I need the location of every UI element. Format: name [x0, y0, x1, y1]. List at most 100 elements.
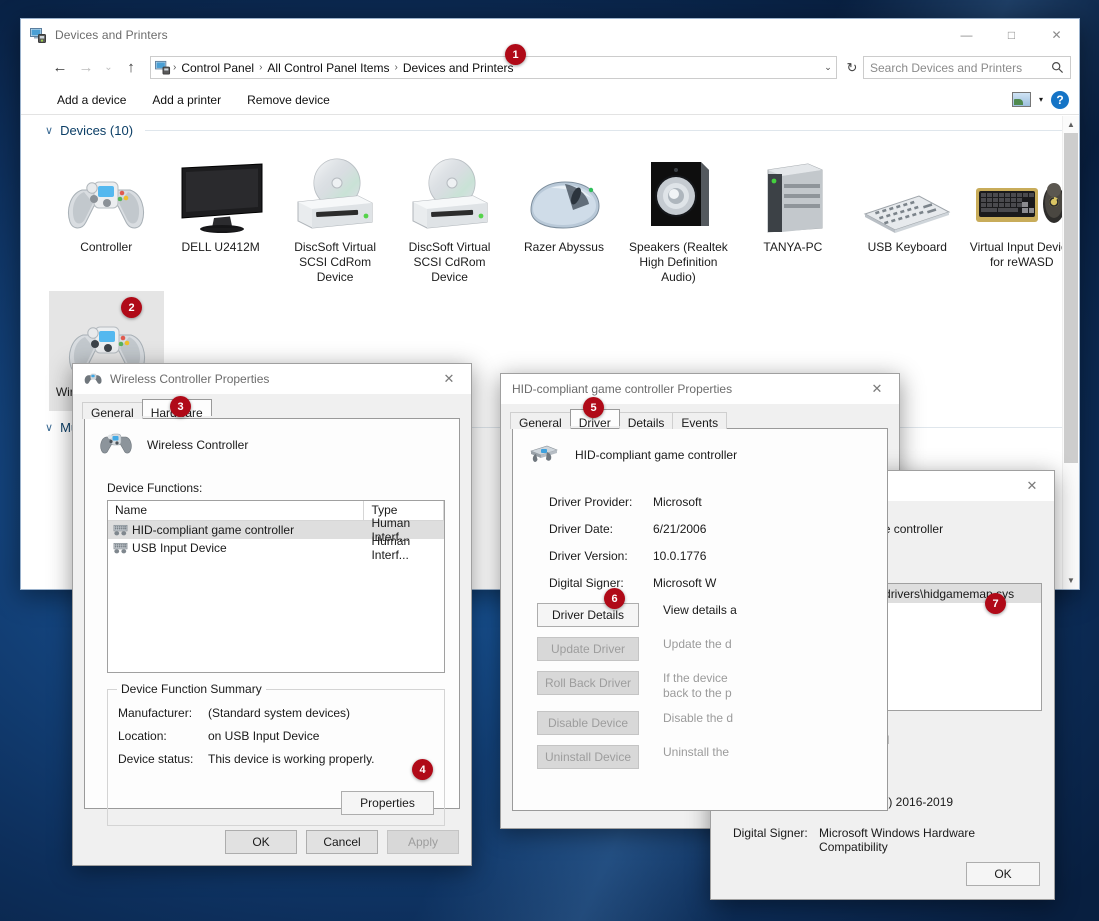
properties-button[interactable]: Properties: [341, 791, 434, 815]
device-item-discsoft-virtual-scsi-cdrom-1[interactable]: DiscSoft Virtual SCSI CdRom Device: [278, 146, 392, 285]
up-button[interactable]: ↑: [118, 55, 144, 81]
device-label: DiscSoft Virtual SCSI CdRom Device: [392, 240, 506, 285]
driver-field-provider: Driver Provider: Microsoft: [549, 495, 887, 509]
breadcrumb-item-all-control-panel-items[interactable]: All Control Panel Items: [262, 61, 394, 75]
uninstall-device-button: Uninstall Device: [537, 745, 639, 769]
gamepad-icon: [84, 371, 102, 387]
device-functions-label: Device Functions:: [107, 481, 459, 495]
field-value: Microsoft: [653, 495, 702, 509]
scrollbar-thumb[interactable]: [1064, 133, 1078, 463]
step-badge-5: 5: [583, 397, 604, 418]
field-key: Device status:: [118, 752, 208, 766]
add-a-printer-button[interactable]: Add a printer: [142, 89, 231, 111]
keyboard-icon: [850, 152, 964, 234]
dialog-titlebar: Wireless Controller Properties ✕: [73, 364, 471, 394]
step-badge-6: 6: [604, 588, 625, 609]
hardware-tab-pane: Wireless Controller Device Functions: Na…: [84, 418, 460, 809]
device-function-summary-group: Device Function Summary Manufacturer: (S…: [107, 689, 445, 826]
step-badge-2: 2: [121, 297, 142, 318]
group-header-devices[interactable]: ∨ Devices (10): [21, 116, 1079, 144]
chevron-down-icon[interactable]: ⌄: [820, 62, 836, 73]
close-icon[interactable]: ✕: [427, 364, 471, 394]
refresh-icon[interactable]: ↻: [841, 60, 863, 76]
breadcrumb-item-devices-and-printers[interactable]: Devices and Printers: [398, 61, 519, 75]
device-item-tanya-pc[interactable]: TANYA-PC: [736, 146, 850, 285]
help-icon[interactable]: ?: [1051, 91, 1069, 109]
back-button[interactable]: ←: [47, 55, 73, 81]
recent-locations-icon[interactable]: ⌄: [99, 55, 118, 81]
device-item-razer-abyssus[interactable]: Razer Abyssus: [507, 146, 621, 285]
hid-device-icon: [113, 542, 128, 555]
step-badge-3: 3: [170, 396, 191, 417]
vertical-scrollbar[interactable]: ▲ ▼: [1062, 116, 1079, 589]
forward-button[interactable]: →: [73, 55, 99, 81]
speaker-icon: [621, 152, 735, 234]
file-field-digital-signer: Digital Signer: Microsoft Windows Hardwa…: [733, 826, 1042, 854]
field-key: Digital Signer:: [549, 576, 653, 590]
table-row[interactable]: USB Input Device Human Interf...: [108, 539, 444, 557]
add-a-device-button[interactable]: Add a device: [47, 89, 136, 111]
cancel-button[interactable]: Cancel: [306, 830, 378, 854]
field-value: This device is working properly.: [208, 752, 375, 766]
chevron-down-icon[interactable]: ∨: [45, 124, 53, 137]
maximize-button[interactable]: □: [989, 19, 1034, 50]
chevron-down-icon[interactable]: ∨: [45, 421, 53, 434]
device-item-dell-u2412m[interactable]: DELL U2412M: [163, 146, 277, 285]
scroll-down-arrow[interactable]: ▼: [1063, 572, 1079, 589]
driver-details-button[interactable]: Driver Details: [537, 603, 639, 627]
summary-field-location: Location: on USB Input Device: [118, 729, 444, 743]
disable-device-button: Disable Device: [537, 711, 639, 735]
window-controls: — □ ✕: [944, 19, 1079, 50]
ok-button[interactable]: OK: [225, 830, 297, 854]
window-title: Devices and Printers: [55, 28, 168, 42]
device-name: Wireless Controller: [147, 438, 248, 452]
ok-button[interactable]: OK: [966, 862, 1040, 886]
device-item-usb-keyboard[interactable]: USB Keyboard: [850, 146, 964, 285]
driver-tab-pane: HID-compliant game controller Driver Pro…: [512, 428, 888, 811]
close-icon[interactable]: ✕: [855, 374, 899, 404]
dialog-titlebar: HID-compliant game controller Properties…: [501, 374, 899, 404]
device-item-discsoft-virtual-scsi-cdrom-2[interactable]: DiscSoft Virtual SCSI CdRom Device: [392, 146, 506, 285]
cdrom-icon: [278, 152, 392, 234]
breadcrumb-item-control-panel[interactable]: Control Panel: [176, 61, 259, 75]
scroll-up-arrow[interactable]: ▲: [1063, 116, 1079, 133]
tab-details[interactable]: Details: [619, 412, 674, 429]
search-input[interactable]: Search Devices and Printers: [863, 56, 1071, 79]
remove-device-button[interactable]: Remove device: [237, 89, 340, 111]
divider: [145, 130, 1069, 131]
device-label: TANYA-PC: [736, 240, 850, 255]
window-titlebar: Devices and Printers — □ ✕: [21, 19, 1079, 50]
field-value: Microsoft W: [653, 576, 716, 590]
desktop-pc-icon: [736, 152, 850, 234]
field-value: 10.0.1776: [653, 549, 706, 563]
action-description: Uninstall the: [663, 745, 729, 759]
column-header-name[interactable]: Name: [108, 501, 364, 521]
tab-general[interactable]: General: [510, 412, 571, 429]
action-description: Disable the d: [663, 711, 733, 725]
device-item-controller[interactable]: Controller: [49, 146, 163, 285]
device-header: HID-compliant game controller: [513, 429, 887, 469]
tab-events[interactable]: Events: [672, 412, 727, 429]
update-driver-button: Update Driver: [537, 637, 639, 661]
group-label-devices: Devices (10): [60, 123, 133, 138]
tab-general[interactable]: General: [82, 402, 143, 419]
wireless-controller-properties-dialog: Wireless Controller Properties ✕ General…: [72, 363, 472, 866]
close-icon[interactable]: ✕: [1010, 471, 1054, 501]
cell-type: Human Interf...: [364, 534, 444, 562]
device-functions-list[interactable]: Name Type HID-compliant game controller: [107, 500, 445, 673]
device-header: Wireless Controller: [85, 419, 459, 459]
address-bar[interactable]: › Control Panel › All Control Panel Item…: [150, 56, 837, 79]
chevron-down-icon[interactable]: ▾: [1039, 95, 1043, 104]
field-key: Manufacturer:: [118, 706, 208, 720]
action-description: If the device back to the p: [663, 671, 732, 701]
dialog-title: HID-compliant game controller Properties: [512, 382, 732, 396]
driver-field-date: Driver Date: 6/21/2006: [549, 522, 887, 536]
hid-game-controller-properties-dialog: HID-compliant game controller Properties…: [500, 373, 900, 829]
close-button[interactable]: ✕: [1034, 19, 1079, 50]
change-view-icon[interactable]: [1012, 92, 1031, 107]
driver-field-signer: Digital Signer: Microsoft W: [549, 576, 887, 590]
device-item-speakers-realtek[interactable]: Speakers (Realtek High Definition Audio): [621, 146, 735, 285]
minimize-button[interactable]: —: [944, 19, 989, 50]
device-label: USB Keyboard: [850, 240, 964, 255]
search-icon: [1051, 61, 1064, 74]
